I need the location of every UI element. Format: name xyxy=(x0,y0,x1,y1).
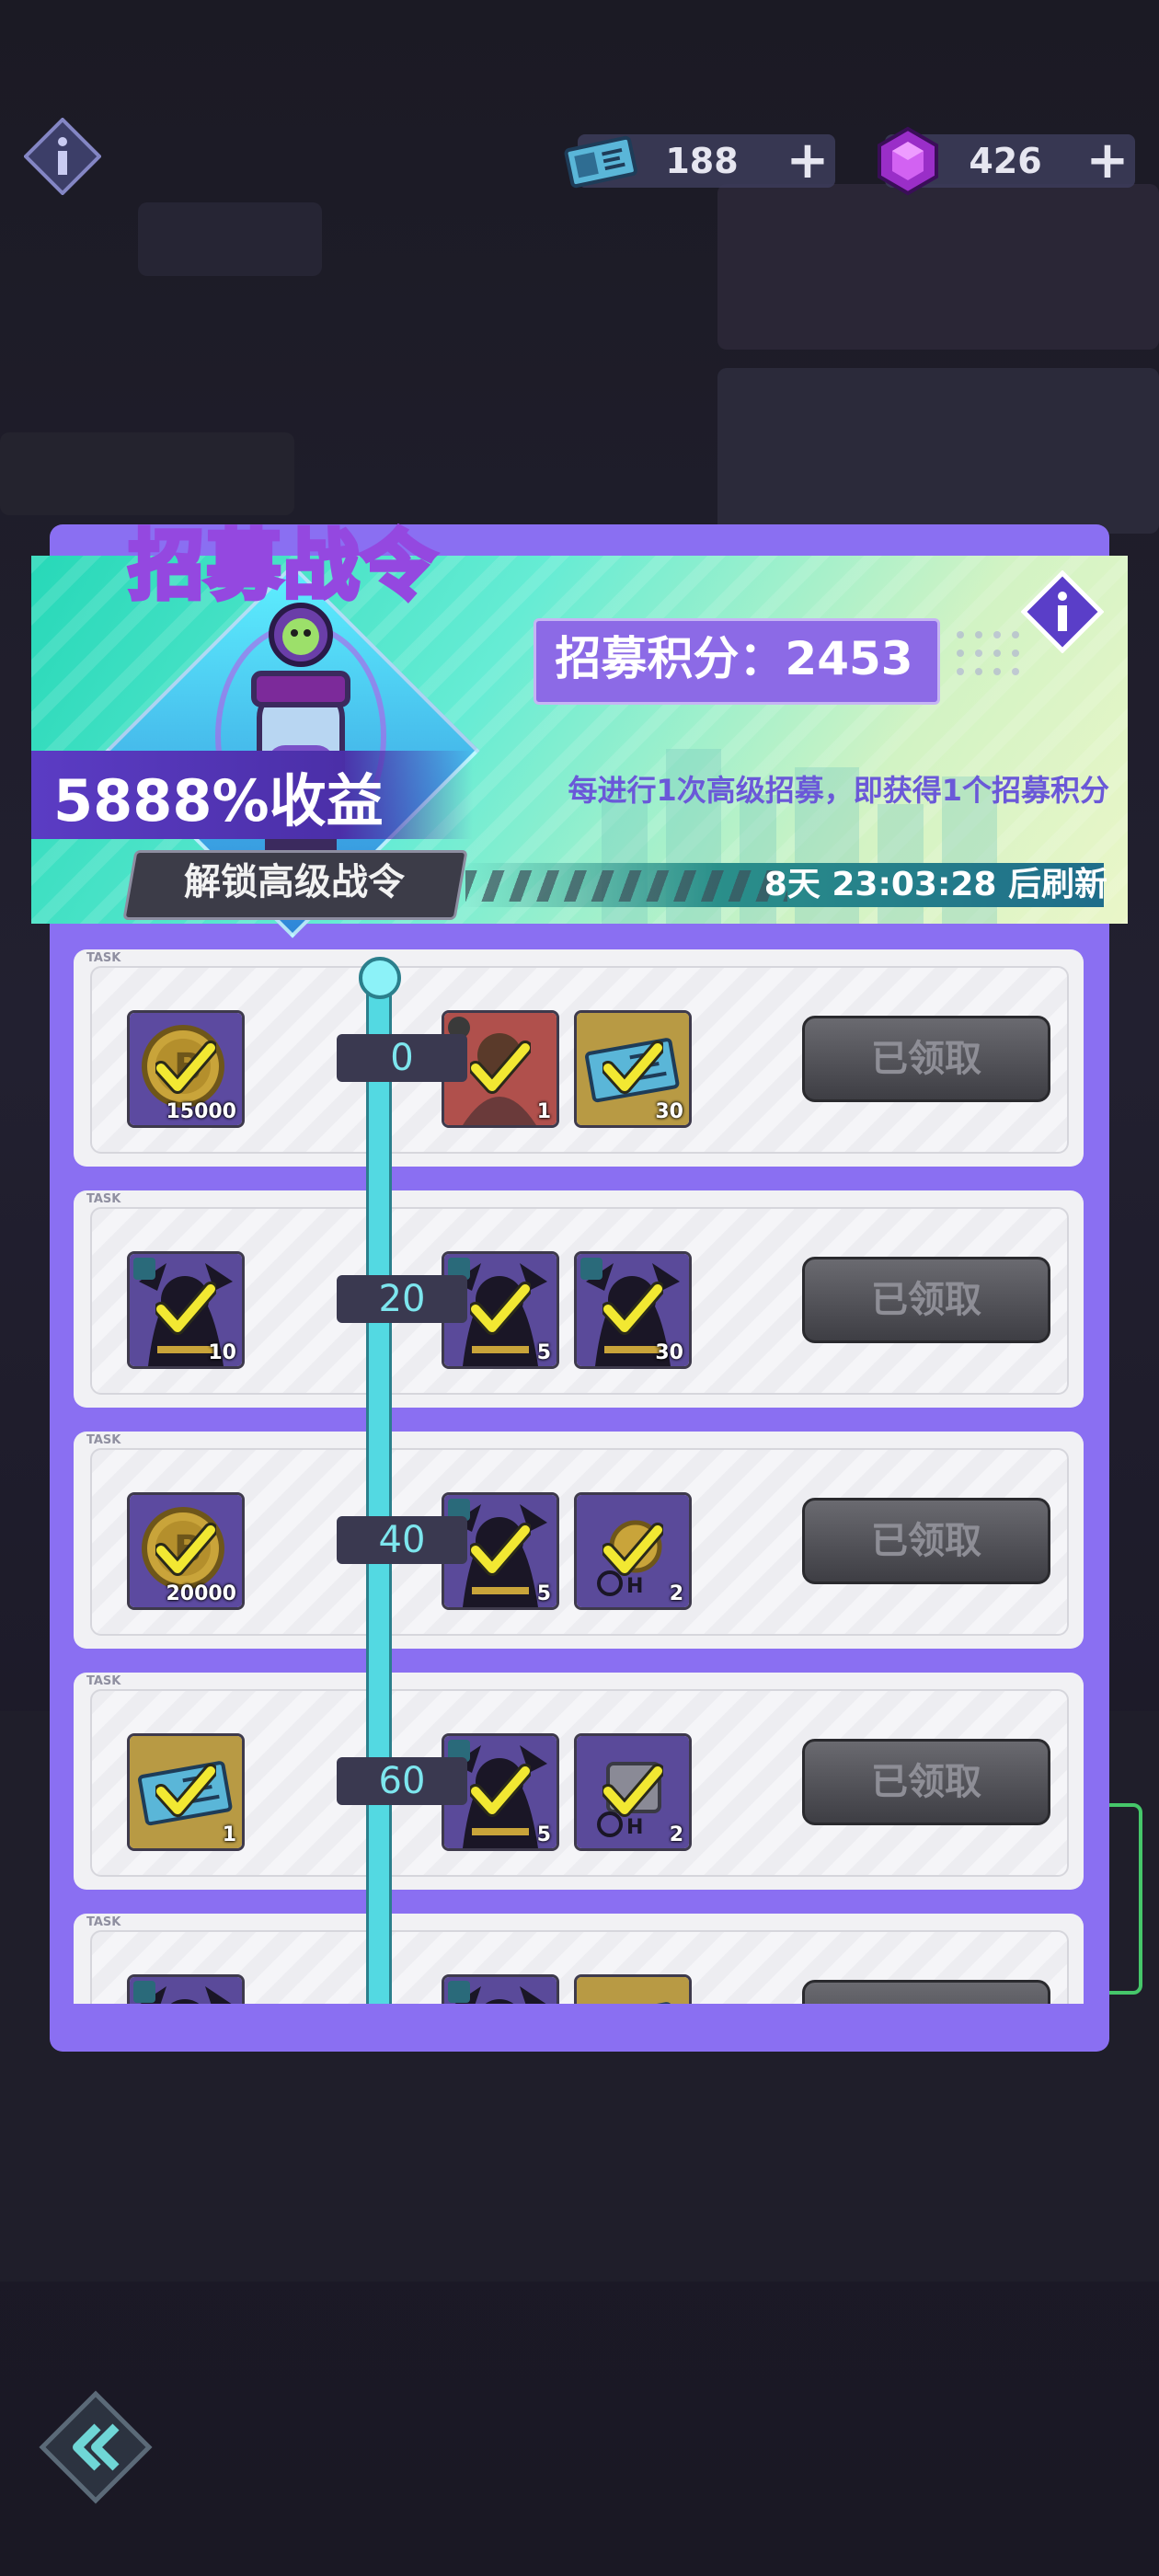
ticket-icon[interactable]: 30 xyxy=(574,1010,692,1128)
item-quantity: 5 xyxy=(536,1582,551,1605)
time-chest-icon[interactable]: H2 xyxy=(574,1733,692,1851)
item-quantity: 30 xyxy=(655,1100,683,1123)
back-button[interactable] xyxy=(37,2388,155,2506)
claimed-check-icon xyxy=(155,1764,216,1817)
level-marker: 20 xyxy=(337,1275,467,1323)
ticket-icon[interactable] xyxy=(574,1974,692,2004)
refresh-countdown: 8天 23:03:28 后刷新 xyxy=(763,866,1107,903)
item-quantity: 30 xyxy=(655,1341,683,1364)
progress-stripes xyxy=(465,870,787,902)
reward-row: TASK 10 5 30 已领取 xyxy=(74,1190,1084,1408)
ticket-icon[interactable]: 1 xyxy=(127,1733,245,1851)
reward-row: TASK B 20000 5 H 2 已领取 xyxy=(74,1432,1084,1649)
claimed-button[interactable] xyxy=(802,1980,1050,2004)
shadow-hero-icon[interactable] xyxy=(442,1974,559,2004)
claimed-check-icon xyxy=(602,1282,663,1335)
unlock-premium-label[interactable]: 解锁高级战令 xyxy=(138,856,451,909)
claimed-check-icon xyxy=(470,1764,531,1817)
claimed-button[interactable]: 已领取 xyxy=(802,1016,1050,1102)
level-progress-track xyxy=(366,968,392,2004)
task-tag: TASK xyxy=(86,1192,121,1206)
claimed-check-icon xyxy=(470,1282,531,1335)
reward-row: TASK xyxy=(74,1914,1084,2004)
level-marker: 0 xyxy=(337,1034,467,1082)
coin-icon[interactable]: B 15000 xyxy=(127,1010,245,1128)
svg-text:H: H xyxy=(626,1575,643,1598)
item-quantity: 2 xyxy=(669,1582,683,1605)
add-gems-button[interactable]: + xyxy=(1080,135,1135,187)
level-marker: 40 xyxy=(337,1516,467,1564)
progress-knob xyxy=(359,957,401,999)
claimed-button[interactable]: 已领取 xyxy=(802,1739,1050,1825)
banner-info-icon[interactable] xyxy=(1020,569,1105,654)
claimed-check-icon xyxy=(602,1523,663,1576)
recruit-description: 每进行1次高级招募，即获得1个招募积分 xyxy=(568,773,1109,808)
double-chevron-left-icon xyxy=(39,2390,153,2504)
svg-text:H: H xyxy=(626,1816,643,1839)
claimed-button[interactable]: 已领取 xyxy=(802,1498,1050,1584)
task-tag: TASK xyxy=(86,1915,121,1929)
item-quantity: 15000 xyxy=(166,1100,236,1123)
claimed-check-icon xyxy=(155,1523,216,1576)
info-icon[interactable] xyxy=(23,117,102,196)
claimed-check-icon xyxy=(155,1041,216,1094)
claimed-check-icon xyxy=(470,1041,531,1094)
item-quantity: 5 xyxy=(536,1341,551,1364)
coin-icon[interactable]: B 20000 xyxy=(127,1492,245,1610)
time-coin-icon[interactable]: H2 xyxy=(574,1492,692,1610)
item-quantity: 1 xyxy=(536,1100,551,1123)
gem-currency: 426 + xyxy=(878,126,1135,196)
claimed-button[interactable]: 已领取 xyxy=(802,1257,1050,1343)
reward-row: TASK 1 5 H 2 已领取 xyxy=(74,1673,1084,1890)
task-tag: TASK xyxy=(86,1433,121,1447)
item-quantity: 2 xyxy=(669,1823,683,1846)
yield-label: 5888%收益 xyxy=(53,767,384,834)
level-marker: 60 xyxy=(337,1757,467,1805)
reward-row: TASK B 15000 1 30 已领取 xyxy=(74,949,1084,1167)
claimed-check-icon xyxy=(470,1523,531,1576)
item-quantity: 20000 xyxy=(166,1582,236,1605)
reward-list[interactable]: TASK B 15000 1 30 已领取 TASK 10 5 30 已领取 TASK B 20000 5 H… xyxy=(50,935,1109,2004)
ticket-icon xyxy=(563,125,638,197)
banner-title: 招募战令 xyxy=(126,521,439,613)
task-tag: TASK xyxy=(86,951,121,965)
shadow-hero-icon[interactable]: 10 xyxy=(127,1251,245,1369)
gem-icon xyxy=(870,125,946,197)
recruit-score: 招募积分：2453 xyxy=(555,632,913,685)
shadow-hero-icon[interactable]: 30 xyxy=(574,1251,692,1369)
task-tag: TASK xyxy=(86,1674,121,1688)
item-quantity: 5 xyxy=(536,1823,551,1846)
item-quantity: 1 xyxy=(222,1823,236,1846)
add-tickets-button[interactable]: + xyxy=(780,135,835,187)
ticket-currency: 188 + xyxy=(564,134,835,189)
claimed-check-icon xyxy=(155,1282,216,1335)
item-quantity: 10 xyxy=(208,1341,236,1364)
claimed-check-icon xyxy=(602,1041,663,1094)
shadow-hero-icon[interactable] xyxy=(127,1974,245,2004)
claimed-check-icon xyxy=(602,1764,663,1817)
